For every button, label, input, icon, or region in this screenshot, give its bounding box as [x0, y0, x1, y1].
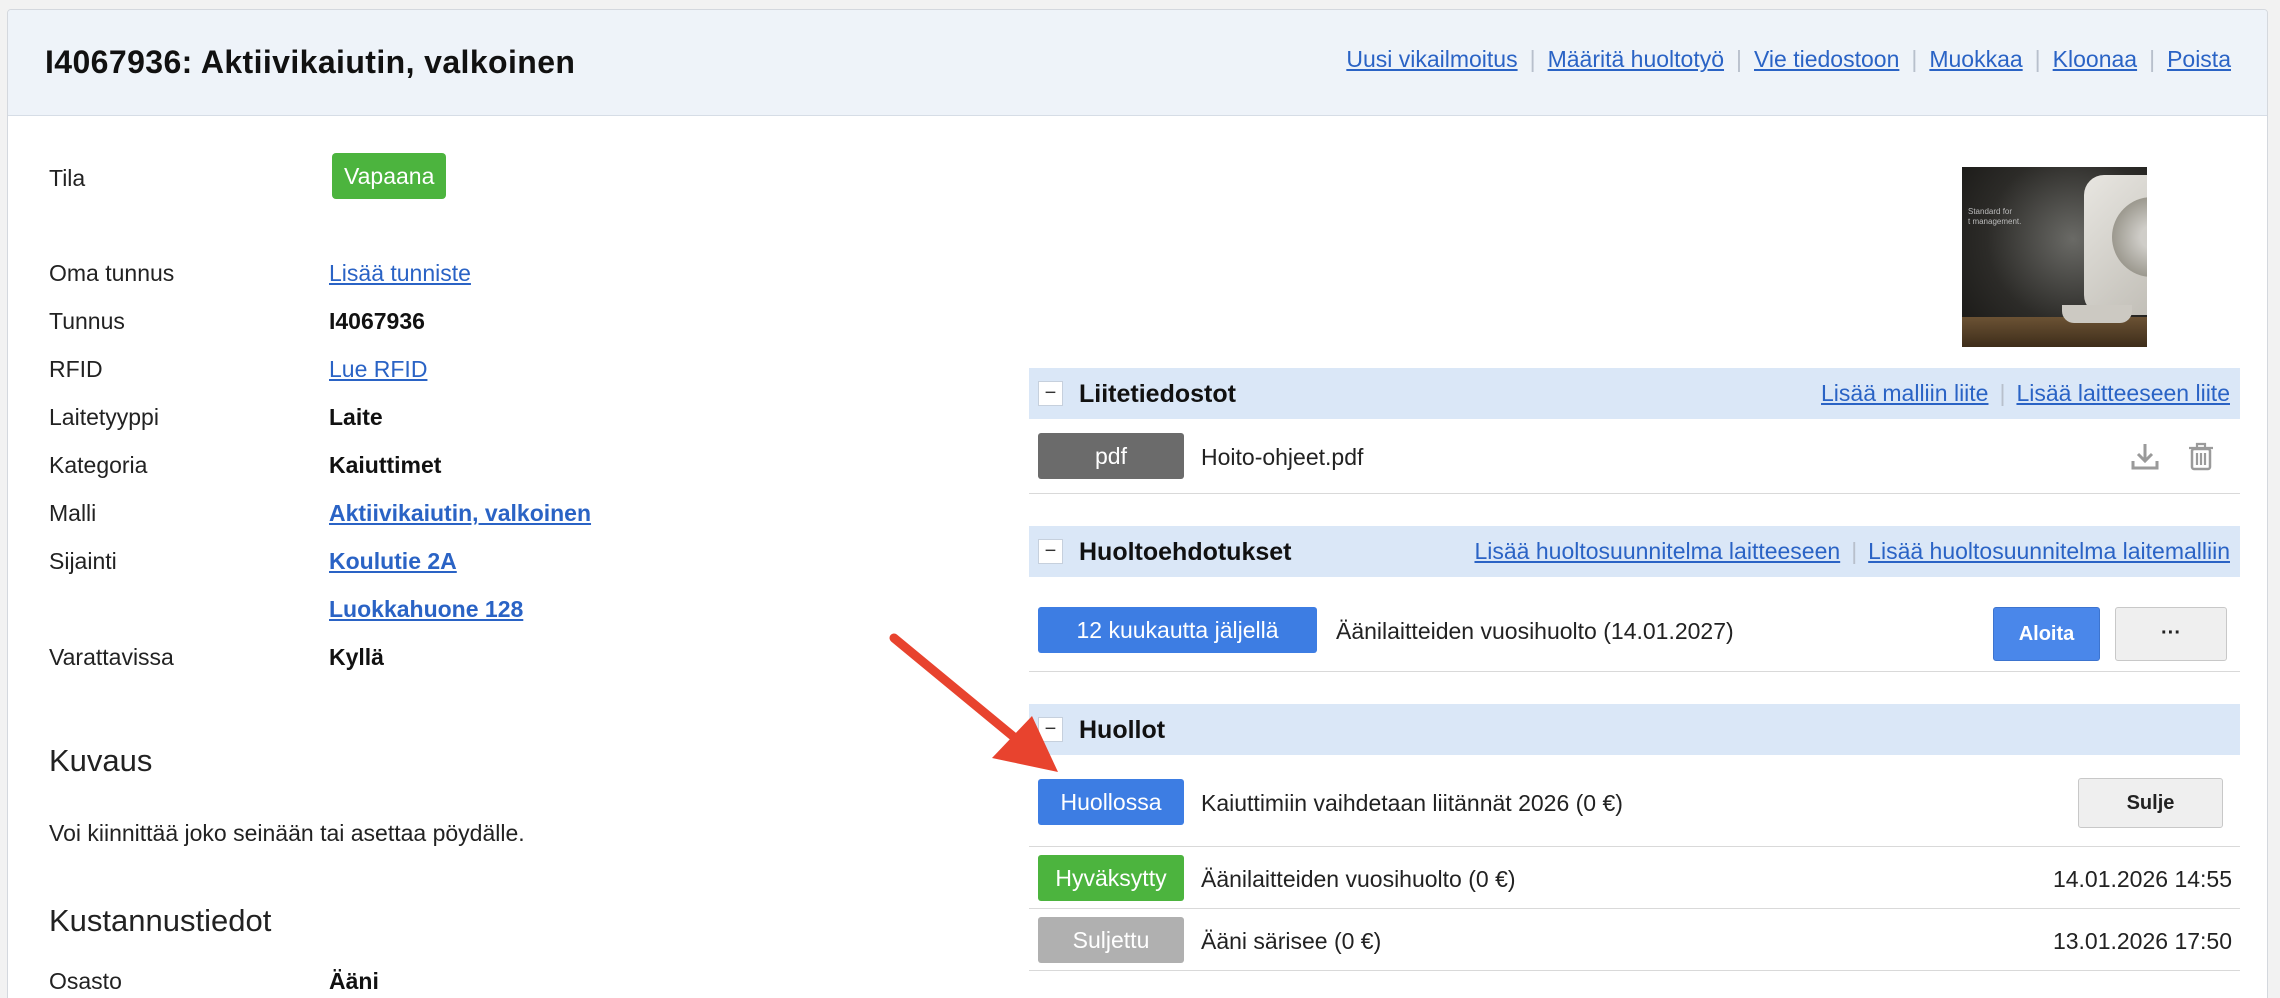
device-type-value: Laite — [329, 404, 383, 430]
export-link[interactable]: Vie tiedostoon — [1754, 46, 1899, 73]
department-label: Osasto — [49, 968, 122, 994]
model-label: Malli — [49, 500, 97, 526]
attachments-section-header: − Liitetiedostot Lisää malliin liite | L… — [1029, 368, 2240, 419]
more-options-button[interactable]: ··· — [2115, 607, 2227, 661]
category-label: Kategoria — [49, 452, 148, 478]
annotation-arrow-icon — [889, 633, 1058, 772]
device-type-label: Laitetyyppi — [49, 404, 159, 430]
rfid-label: RFID — [49, 356, 103, 382]
service-date: 14.01.2026 14:55 — [2052, 866, 2232, 892]
attachments-actions: Lisää malliin liite | Lisää laitteeseen … — [1821, 380, 2230, 407]
trash-icon[interactable] — [2186, 441, 2216, 471]
own-id-label: Oma tunnus — [49, 260, 175, 286]
suggestion-row: 12 kuukautta jäljellä Äänilaitteiden vuo… — [1029, 577, 2240, 672]
add-tag-link[interactable]: Lisää tunniste — [329, 260, 471, 287]
delete-link[interactable]: Poista — [2167, 46, 2231, 73]
services-section-header: − Huollot — [1029, 704, 2240, 755]
service-row[interactable]: Hyväksytty Äänilaitteiden vuosihuolto (0… — [1029, 847, 2240, 909]
add-plan-to-model-link[interactable]: Lisää huoltosuunnitelma laitemalliin — [1868, 538, 2230, 565]
attachment-row: pdf Hoito-ohjeet.pdf — [1029, 419, 2240, 494]
service-row[interactable]: Suljettu Ääni särisee (0 €) 13.01.2026 1… — [1029, 909, 2240, 971]
new-fault-report-link[interactable]: Uusi vikailmoitus — [1346, 46, 1517, 73]
photo-speaker-feet — [2062, 305, 2132, 323]
separator: | — [1999, 380, 2006, 406]
location-room-link[interactable]: Luokkahuone 128 — [329, 596, 523, 623]
suggestions-actions: Lisää huoltosuunnitelma laitteeseen | Li… — [1474, 538, 2230, 565]
description-heading: Kuvaus — [49, 743, 153, 778]
photo-caption: Standard for t management. — [1968, 207, 2022, 226]
service-row[interactable]: Huollossa Kaiuttimiin vaihdetaan liitänn… — [1029, 755, 2240, 847]
separator: | — [1529, 46, 1536, 72]
separator: | — [2034, 46, 2041, 72]
location-building-link[interactable]: Koulutie 2A — [329, 548, 457, 575]
device-photo[interactable]: Standard for t management. — [1962, 167, 2147, 347]
service-status-badge: Suljettu — [1038, 917, 1184, 963]
service-date: 13.01.2026 17:50 — [2052, 928, 2232, 954]
page-header: I4067936: Aktiivikaiutin, valkoinen Uusi… — [8, 10, 2267, 116]
clone-link[interactable]: Kloonaa — [2053, 46, 2137, 73]
page-title: I4067936: Aktiivikaiutin, valkoinen — [45, 44, 576, 80]
department-value: Ääni — [329, 968, 379, 994]
download-icon[interactable] — [2130, 441, 2160, 471]
location-label: Sijainti — [49, 548, 117, 574]
separator: | — [2149, 46, 2156, 72]
collapse-suggestions-toggle[interactable]: − — [1038, 539, 1063, 564]
service-status-badge: Hyväksytty — [1038, 855, 1184, 901]
reservable-label: Varattavissa — [49, 644, 174, 670]
attachment-name[interactable]: Hoito-ohjeet.pdf — [1201, 444, 1363, 471]
service-text: Äänilaitteiden vuosihuolto (0 €) — [1201, 866, 1516, 892]
header-actions: Uusi vikailmoitus | Määritä huoltotyö | … — [1346, 46, 2231, 73]
model-link[interactable]: Aktiivikaiutin, valkoinen — [329, 500, 591, 527]
start-button[interactable]: Aloita — [1993, 607, 2100, 661]
device-card: I4067936: Aktiivikaiutin, valkoinen Uusi… — [7, 9, 2268, 998]
collapse-attachments-toggle[interactable]: − — [1038, 381, 1063, 406]
service-status-badge: Huollossa — [1038, 779, 1184, 825]
add-plan-to-device-link[interactable]: Lisää huoltosuunnitelma laitteeseen — [1474, 538, 1840, 565]
service-text: Ääni särisee (0 €) — [1201, 928, 1382, 954]
status-badge: Vapaana — [332, 153, 447, 199]
close-service-button[interactable]: Sulje — [2078, 778, 2223, 828]
separator: | — [1736, 46, 1742, 72]
add-model-attachment-link[interactable]: Lisää malliin liite — [1821, 380, 1988, 407]
id-label: Tunnus — [49, 308, 125, 334]
id-value: I4067936 — [329, 308, 425, 334]
assign-service-link[interactable]: Määritä huoltotyö — [1548, 46, 1724, 73]
description-text: Voi kiinnittää joko seinään tai asettaa … — [49, 820, 525, 846]
attachments-title: Liitetiedostot — [1079, 380, 1236, 408]
services-title: Huollot — [1079, 716, 1166, 744]
service-text: Kaiuttimiin vaihdetaan liitännät 2026 (0… — [1201, 790, 1623, 816]
edit-link[interactable]: Muokkaa — [1929, 46, 2022, 73]
service-suggestions-section-header: − Huoltoehdotukset Lisää huoltosuunnitel… — [1029, 526, 2240, 577]
reservable-value: Kyllä — [329, 644, 384, 670]
add-device-attachment-link[interactable]: Lisää laitteeseen liite — [2016, 380, 2230, 407]
status-label: Tila — [49, 165, 86, 191]
separator: | — [1851, 538, 1858, 564]
read-rfid-link[interactable]: Lue RFID — [329, 356, 427, 383]
suggestions-title: Huoltoehdotukset — [1079, 538, 1292, 566]
suggestion-text: Äänilaitteiden vuosihuolto (14.01.2027) — [1336, 618, 1734, 644]
file-type-badge: pdf — [1038, 433, 1184, 479]
cost-info-heading: Kustannustiedot — [49, 903, 272, 938]
separator: | — [1911, 46, 1918, 72]
category-value: Kaiuttimet — [329, 452, 442, 478]
